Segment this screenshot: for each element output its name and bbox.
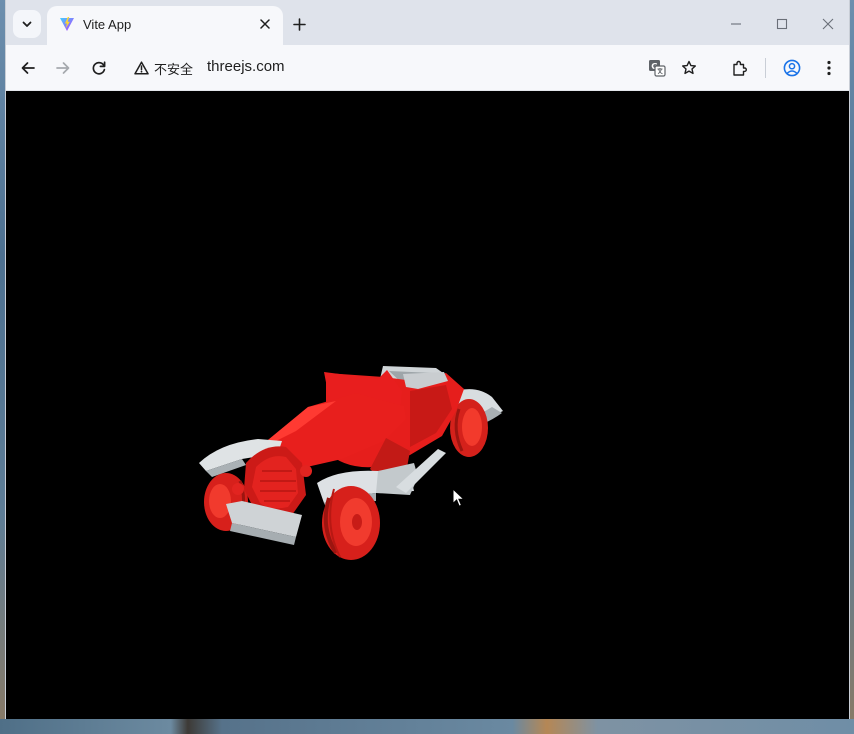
toolbar-divider [765,58,766,78]
vite-logo-icon [59,16,75,32]
menu-button[interactable] [815,54,843,82]
star-icon [681,60,697,76]
tab-strip: Vite App [6,0,849,45]
profile-button[interactable] [778,54,806,82]
kebab-menu-icon [827,60,831,76]
tab-active[interactable]: Vite App [47,6,283,45]
mouse-cursor-icon [452,488,466,507]
webgl-canvas[interactable] [6,91,849,719]
reload-icon [91,60,107,76]
minimize-icon [730,18,742,30]
maximize-button[interactable] [768,10,796,38]
maximize-icon [776,18,788,30]
profile-icon [783,59,801,77]
security-indicator[interactable]: 不安全 [134,59,193,77]
translate-button[interactable]: G [643,54,671,82]
security-label: 不安全 [154,61,194,77]
tab-search-button[interactable] [13,10,41,38]
chevron-down-icon [21,18,33,30]
puzzle-icon [731,60,748,77]
warning-icon [134,61,149,75]
minimize-button[interactable] [722,10,750,38]
new-tab-button[interactable] [287,12,311,36]
close-window-button[interactable] [814,10,842,38]
plus-icon [292,17,306,31]
browser-toolbar: 不安全 threejs.com G [6,45,849,91]
tab-title: Vite App [83,17,132,32]
reload-button[interactable] [85,54,113,82]
arrow-left-icon [20,60,36,76]
url-text[interactable]: threejs.com [207,58,285,75]
back-button[interactable] [14,54,42,82]
bookmark-button[interactable] [675,54,703,82]
car-model [199,366,503,560]
translate-icon: G [648,59,666,77]
extensions-button[interactable] [725,54,753,82]
forward-button[interactable] [49,54,77,82]
browser-window: Vite App 不安全 threejs.com G [5,0,850,719]
desktop-wallpaper [0,719,854,734]
close-icon[interactable] [255,14,275,34]
arrow-right-icon [55,60,71,76]
close-window-icon [822,18,834,30]
